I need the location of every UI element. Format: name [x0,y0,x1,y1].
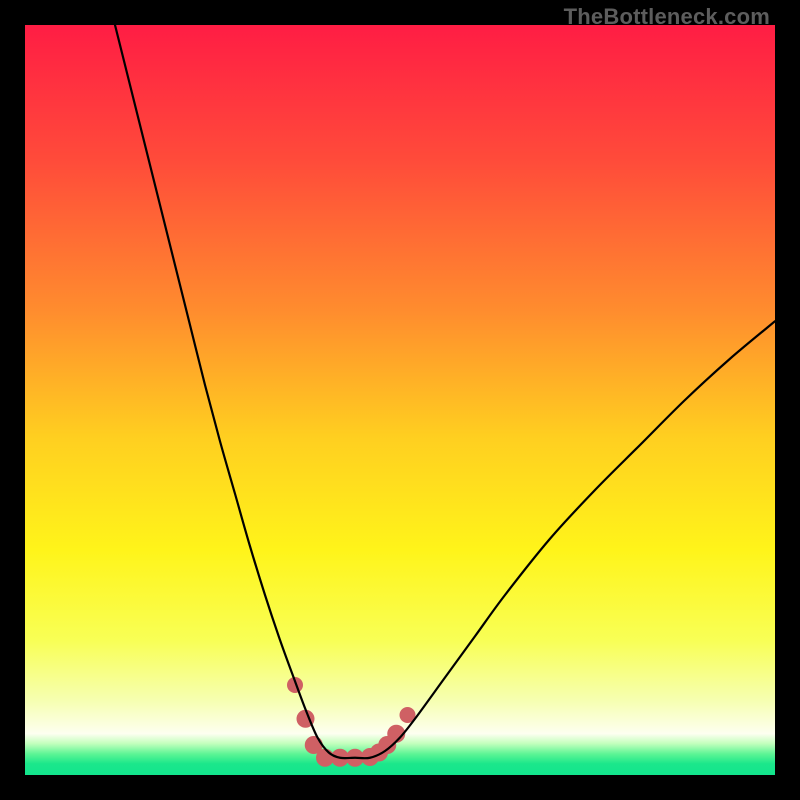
outer-frame: TheBottleneck.com [0,0,800,800]
bottleneck-chart [25,25,775,775]
gradient-background [25,25,775,775]
plot-area [25,25,775,775]
